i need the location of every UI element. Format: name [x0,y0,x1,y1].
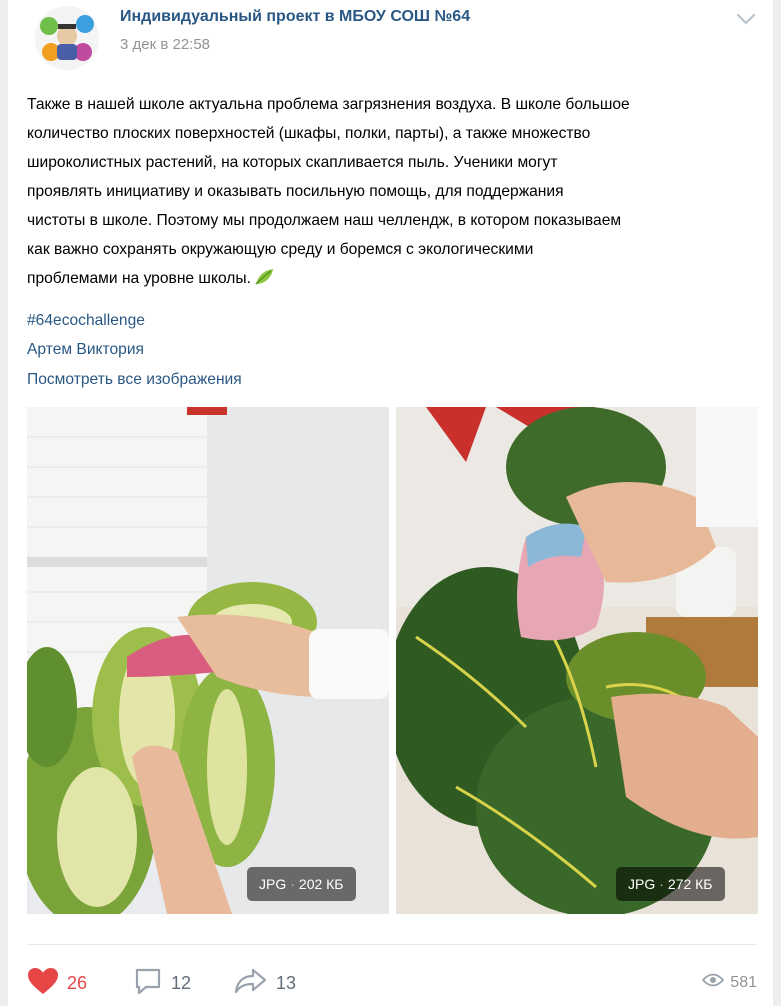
authors-link[interactable]: Артем Виктория [27,341,144,359]
hashtag-link[interactable]: #64ecochallenge [27,312,145,330]
photo-2-image [396,407,758,914]
leaf-emoji-icon [253,267,275,287]
comment-count: 12 [171,972,192,993]
view-all-images-link[interactable]: Посмотреть все изображения [27,371,242,389]
comment-button[interactable]: 12 [133,966,191,1000]
post-text: Также в нашей школе актуальна проблема з… [27,90,767,293]
chevron-down-icon[interactable] [735,10,757,28]
group-avatar-icon[interactable] [35,6,99,70]
views-count: 581 [730,973,757,991]
share-count: 13 [276,972,297,993]
file-size-label: 272 КБ [667,876,713,892]
share-button[interactable]: 13 [234,966,296,1000]
like-button[interactable]: 26 [27,966,87,1000]
heart-icon [27,967,59,1000]
post-card: Индивидуальный проект в МБОУ СОШ №64 3 д… [8,0,773,1006]
footer-divider [27,944,757,945]
file-format-label: JPG [259,876,287,892]
like-count: 26 [67,972,88,993]
group-name-link[interactable]: Индивидуальный проект в МБОУ СОШ №64 [120,8,470,26]
photo-1-image [27,407,389,914]
file-size-label: 202 КБ [298,876,344,892]
comment-icon [133,966,163,1001]
photo-attachment-2[interactable]: JPG · 272 КБ [396,407,758,914]
share-icon [234,967,268,1000]
post-date[interactable]: 3 дек в 22:58 [120,36,210,53]
file-info-badge-2: JPG · 272 КБ [616,867,725,901]
photo-attachment-1[interactable]: JPG · 202 КБ [27,407,389,914]
file-info-badge-1: JPG · 202 КБ [247,867,356,901]
eye-icon [702,972,725,993]
file-format-label: JPG [628,876,656,892]
post-header: Индивидуальный проект в МБОУ СОШ №64 3 д… [8,0,773,70]
views-indicator: 581 [702,972,757,993]
post-text-body: Также в нашей школе актуальна проблема з… [27,96,630,287]
